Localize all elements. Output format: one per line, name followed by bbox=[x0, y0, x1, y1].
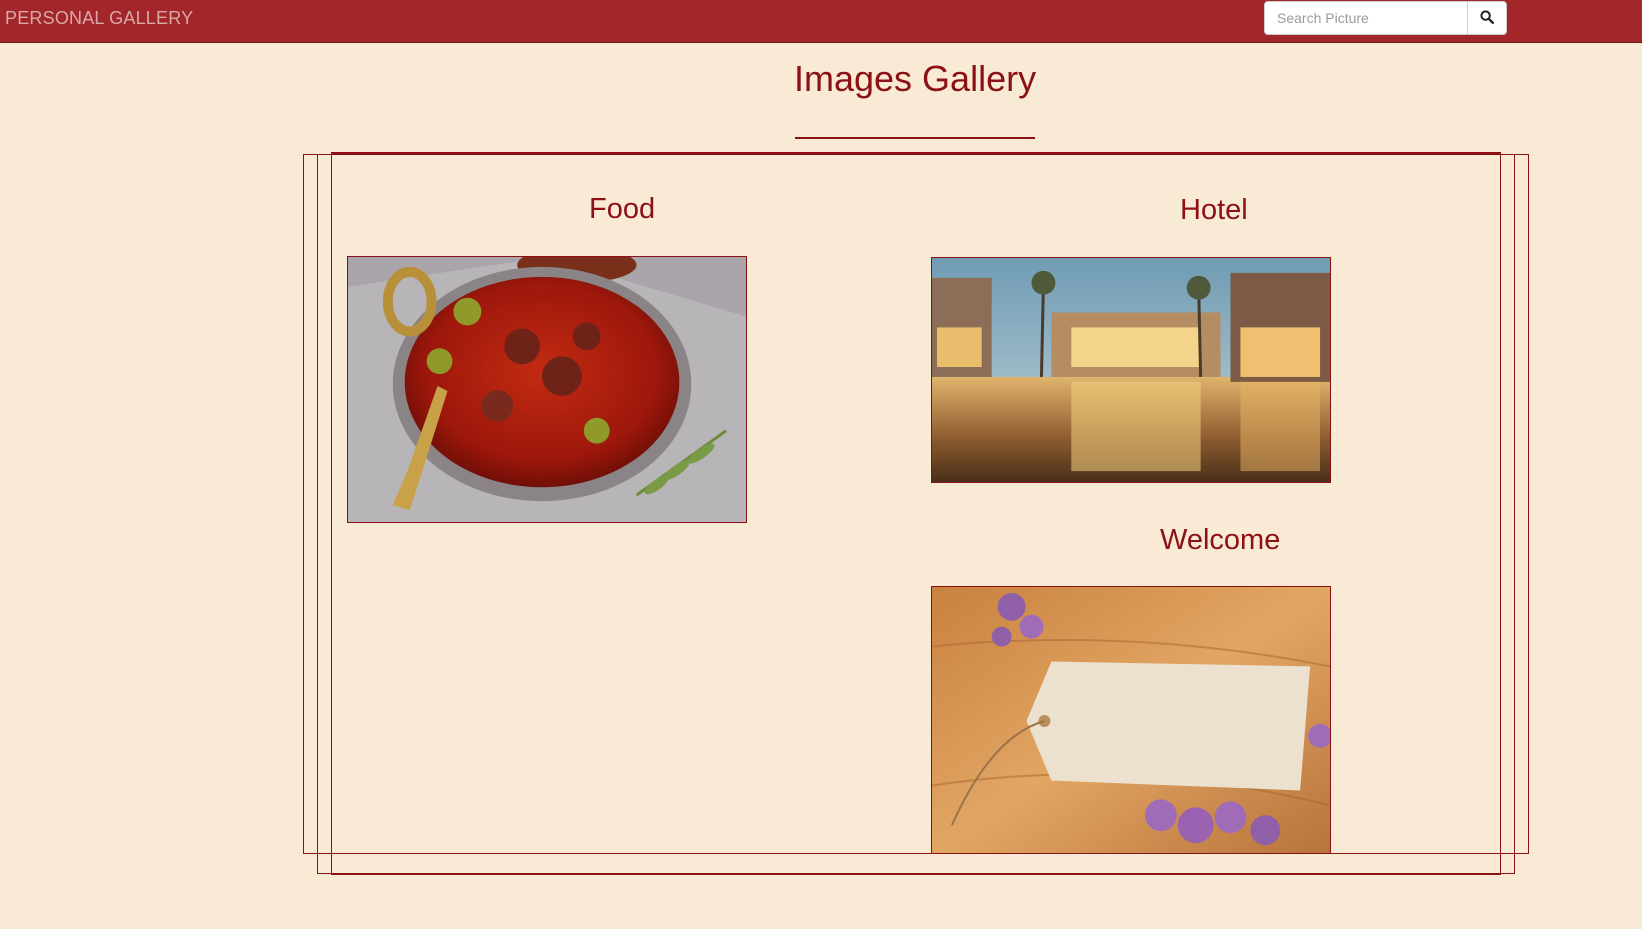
gallery-item-title-hotel: Hotel bbox=[1180, 194, 1248, 226]
hotel-resort-pool-image[interactable] bbox=[931, 257, 1331, 483]
brand-link[interactable]: PERSONAL GALLERY bbox=[5, 8, 193, 29]
title-underline bbox=[795, 137, 1035, 139]
welcome-tag-image[interactable] bbox=[931, 586, 1331, 854]
search-button[interactable] bbox=[1467, 2, 1506, 34]
gallery-item-title-food: Food bbox=[589, 193, 656, 225]
navbar: PERSONAL GALLERY bbox=[0, 0, 1642, 43]
page-title: Images Gallery bbox=[794, 58, 1037, 99]
gallery-item-title-welcome: Welcome bbox=[1160, 524, 1281, 556]
food-curry-dish-image[interactable] bbox=[347, 256, 747, 523]
magnifier-icon bbox=[1480, 9, 1495, 27]
search-input[interactable] bbox=[1265, 2, 1467, 34]
search-bar bbox=[1264, 1, 1507, 35]
